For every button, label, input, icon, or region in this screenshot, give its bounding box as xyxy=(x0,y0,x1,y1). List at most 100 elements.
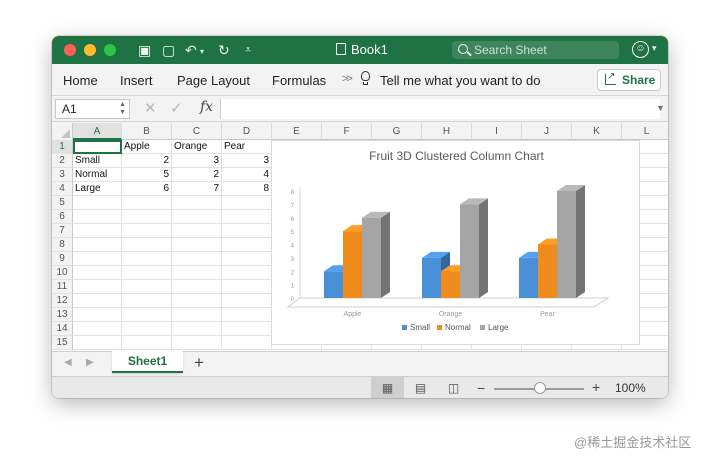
row-header-6[interactable]: 6 xyxy=(52,210,73,224)
cell-b5[interactable] xyxy=(122,196,172,210)
cell-d11[interactable] xyxy=(222,280,272,294)
cell-b8[interactable] xyxy=(122,238,172,252)
cell-b2[interactable]: 2 xyxy=(122,154,172,168)
cell-c6[interactable] xyxy=(172,210,222,224)
column-header-b[interactable]: B xyxy=(122,123,172,140)
column-header-c[interactable]: C xyxy=(172,123,222,140)
customize-toolbar-icon[interactable]: ⩡ xyxy=(245,41,251,59)
close-window-button[interactable] xyxy=(64,44,76,56)
page-layout-view-button[interactable]: ▤ xyxy=(404,377,437,398)
save-icon[interactable]: ▢ xyxy=(162,41,175,59)
row-header-7[interactable]: 7 xyxy=(52,224,73,238)
expand-formula-bar-icon[interactable]: ▼ xyxy=(656,103,665,113)
cell-d6[interactable] xyxy=(222,210,272,224)
row-header-11[interactable]: 11 xyxy=(52,280,73,294)
row-header-15[interactable]: 15 xyxy=(52,336,73,350)
cell-a4[interactable]: Large xyxy=(73,182,122,196)
column-header-d[interactable]: D xyxy=(222,123,272,140)
column-header-i[interactable]: I xyxy=(472,123,522,140)
cell-c3[interactable]: 2 xyxy=(172,168,222,182)
cell-a7[interactable] xyxy=(73,224,122,238)
redo-icon[interactable]: ↻ xyxy=(218,41,230,59)
cell-b7[interactable] xyxy=(122,224,172,238)
cell-a5[interactable] xyxy=(73,196,122,210)
row-header-3[interactable]: 3 xyxy=(52,168,73,182)
undo-menu-chevron-icon[interactable]: ▾ xyxy=(200,43,204,61)
feedback-smiley-icon[interactable]: ☺ xyxy=(632,41,649,58)
column-header-e[interactable]: E xyxy=(272,123,322,140)
previous-sheet-icon[interactable]: ◀ xyxy=(64,357,72,368)
cell-a8[interactable] xyxy=(73,238,122,252)
cell-b12[interactable] xyxy=(122,294,172,308)
row-header-14[interactable]: 14 xyxy=(52,322,73,336)
tab-formulas[interactable]: Formulas xyxy=(272,73,326,89)
row-header-8[interactable]: 8 xyxy=(52,238,73,252)
feedback-chevron-icon[interactable]: ▾ xyxy=(652,43,657,54)
tab-home[interactable]: Home xyxy=(63,73,98,89)
cell-c14[interactable] xyxy=(172,322,222,336)
cell-d1[interactable]: Pear xyxy=(222,140,272,154)
row-header-5[interactable]: 5 xyxy=(52,196,73,210)
cell-b1[interactable]: Apple xyxy=(122,140,172,154)
cell-b9[interactable] xyxy=(122,252,172,266)
column-header-a[interactable]: A xyxy=(73,123,122,140)
cell-d8[interactable] xyxy=(222,238,272,252)
tab-insert[interactable]: Insert xyxy=(120,73,153,89)
cell-d9[interactable] xyxy=(222,252,272,266)
column-header-l[interactable]: L xyxy=(622,123,668,140)
tell-me-search[interactable]: Tell me what you want to do xyxy=(380,73,540,89)
row-header-12[interactable]: 12 xyxy=(52,294,73,308)
cell-c13[interactable] xyxy=(172,308,222,322)
cell-c7[interactable] xyxy=(172,224,222,238)
cell-d2[interactable]: 3 xyxy=(222,154,272,168)
column-header-g[interactable]: G xyxy=(372,123,422,140)
next-sheet-icon[interactable]: ▶ xyxy=(86,357,94,368)
row-header-10[interactable]: 10 xyxy=(52,266,73,280)
formula-input[interactable] xyxy=(220,99,660,119)
sheet-tab-sheet1[interactable]: Sheet1 xyxy=(112,351,183,373)
confirm-formula-icon[interactable]: ✓ xyxy=(170,100,183,117)
cell-c11[interactable] xyxy=(172,280,222,294)
row-header-2[interactable]: 2 xyxy=(52,154,73,168)
share-button[interactable]: Share xyxy=(597,67,661,91)
zoom-slider-thumb[interactable] xyxy=(534,382,546,394)
cell-b13[interactable] xyxy=(122,308,172,322)
name-box[interactable]: A1 ▲ ▼ xyxy=(55,99,130,119)
row-header-1[interactable]: 1 xyxy=(52,140,73,154)
insert-function-button[interactable]: fx xyxy=(200,99,213,115)
worksheet-grid[interactable]: ABCDEFGHIJKL 1 2 3 4 5 6 7 8 9 10 11 12 13 14 15 Apple… xyxy=(52,123,668,351)
page-break-view-button[interactable]: ◫ xyxy=(437,377,470,398)
cell-a15[interactable] xyxy=(73,336,122,350)
cell-c2[interactable]: 3 xyxy=(172,154,222,168)
cell-b3[interactable]: 5 xyxy=(122,168,172,182)
cell-b14[interactable] xyxy=(122,322,172,336)
cell-a3[interactable]: Normal xyxy=(73,168,122,182)
row-header-9[interactable]: 9 xyxy=(52,252,73,266)
search-sheet-input[interactable]: Search Sheet xyxy=(452,41,619,59)
cell-b6[interactable] xyxy=(122,210,172,224)
cell-c15[interactable] xyxy=(172,336,222,350)
column-header-j[interactable]: J xyxy=(522,123,572,140)
cell-c5[interactable] xyxy=(172,196,222,210)
minimize-window-button[interactable] xyxy=(84,44,96,56)
cell-a10[interactable] xyxy=(73,266,122,280)
cell-a12[interactable] xyxy=(73,294,122,308)
sidebar-toggle-icon[interactable]: ▣ xyxy=(138,41,151,59)
cell-d3[interactable]: 4 xyxy=(222,168,272,182)
normal-view-button[interactable]: ▦ xyxy=(371,377,404,398)
cell-a13[interactable] xyxy=(73,308,122,322)
cell-c4[interactable]: 7 xyxy=(172,182,222,196)
cell-b15[interactable] xyxy=(122,336,172,350)
column-header-f[interactable]: F xyxy=(322,123,372,140)
cell-c12[interactable] xyxy=(172,294,222,308)
more-tabs-chevron-icon[interactable]: >> xyxy=(342,73,353,85)
zoom-window-button[interactable] xyxy=(104,44,116,56)
cell-c1[interactable]: Orange xyxy=(172,140,222,154)
cell-a14[interactable] xyxy=(73,322,122,336)
cell-b10[interactable] xyxy=(122,266,172,280)
undo-icon[interactable]: ↶ xyxy=(185,41,197,59)
chart-object[interactable]: Fruit 3D Clustered Column Chart 01234567… xyxy=(271,140,640,345)
cell-a6[interactable] xyxy=(73,210,122,224)
select-all-corner[interactable] xyxy=(52,123,73,140)
cell-d12[interactable] xyxy=(222,294,272,308)
